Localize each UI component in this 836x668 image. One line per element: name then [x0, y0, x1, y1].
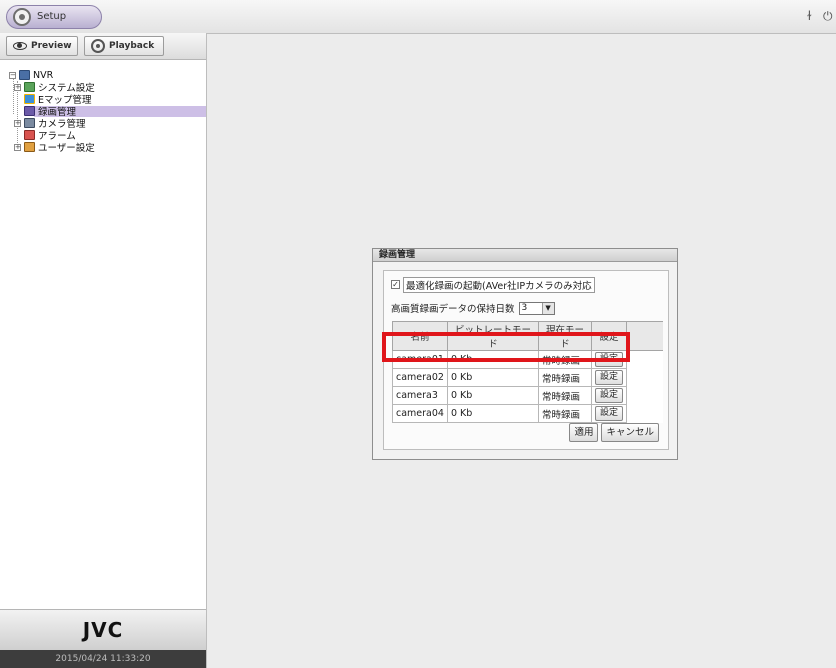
mode-bar: Preview Playback [0, 33, 206, 60]
info-icon[interactable]: ɫ [807, 9, 812, 23]
cancel-button[interactable]: キャンセル [601, 423, 659, 442]
camera-settings-button[interactable]: 設定 [594, 406, 623, 421]
setup-tab-label: Setup [37, 11, 67, 22]
optimize-recording-label: 最適化録画の起動(AVer社IPカメラのみ対応 [403, 276, 595, 293]
playback-button[interactable]: Playback [84, 36, 164, 56]
recording-icon [24, 106, 35, 116]
apply-button[interactable]: 適用 [569, 423, 599, 442]
chevron-down-icon[interactable]: ▼ [541, 302, 554, 314]
optimize-recording-checkbox[interactable]: ✓ [391, 280, 400, 289]
retention-days-value: 3 [521, 302, 528, 313]
retention-days-select[interactable]: 3 ▼ [518, 301, 555, 315]
alarm-icon [24, 130, 35, 140]
camera-mode: 常時録画 [537, 404, 592, 423]
retention-days-label: 高画質録画データの保持日数 [391, 304, 515, 315]
playback-label: Playback [109, 41, 155, 51]
camera-settings-button[interactable]: 設定 [594, 388, 623, 403]
nvr-icon [19, 70, 30, 80]
clock: 2015/04/24 11:33:20 [0, 650, 206, 668]
table-row[interactable]: camera3 0 Kb 常時録画 設定 [392, 386, 663, 405]
dialog-title: 録画管理 [373, 249, 677, 262]
camera-bitrate: 0 Kb [446, 404, 539, 423]
top-toolbar: Setup ɫ ⏻ [0, 0, 836, 34]
table-row[interactable]: camera02 0 Kb 常時録画 設定 [392, 368, 663, 387]
camera-icon [24, 118, 35, 128]
brand-logo: JVC [0, 609, 206, 650]
camera-bitrate: 0 Kb [446, 368, 539, 387]
film-reel-icon [91, 39, 105, 53]
retention-days-row: 高画質録画データの保持日数 3 ▼ [391, 301, 555, 315]
camera-name: camera04 [392, 404, 448, 423]
collapse-icon[interactable]: − [9, 71, 16, 79]
camera-name: camera3 [392, 386, 448, 405]
gear-icon [13, 8, 31, 26]
preview-button[interactable]: Preview [6, 36, 78, 56]
expand-icon[interactable]: + [14, 143, 21, 151]
left-panel: Preview Playback − NVR + システム設定 Eマップ管理 録… [0, 33, 207, 668]
users-icon [24, 142, 35, 152]
expand-icon[interactable]: + [14, 83, 21, 91]
tree-item-users[interactable]: + ユーザー設定 [14, 141, 95, 154]
setup-tab[interactable]: Setup [6, 5, 102, 29]
tree-label: ユーザー設定 [38, 143, 95, 154]
system-icon [24, 82, 35, 92]
camera-mode: 常時録画 [537, 368, 592, 387]
dialog-buttons: 適用 キャンセル [569, 423, 659, 442]
map-icon [24, 94, 35, 104]
table-row[interactable]: camera04 0 Kb 常時録画 設定 [392, 404, 663, 423]
eye-icon [13, 42, 27, 50]
expand-icon[interactable]: + [14, 119, 21, 127]
preview-label: Preview [31, 41, 72, 51]
power-icon[interactable]: ⏻ [823, 9, 833, 24]
column-header-filler [625, 321, 663, 351]
annotation-highlight-box [382, 332, 630, 362]
camera-bitrate: 0 Kb [446, 386, 539, 405]
optimize-recording-option[interactable]: ✓ 最適化録画の起動(AVer社IPカメラのみ対応 [391, 276, 595, 293]
brand-text: JVC [82, 618, 124, 642]
tree-label: NVR [33, 69, 54, 81]
camera-settings-button[interactable]: 設定 [594, 370, 623, 385]
camera-name: camera02 [392, 368, 448, 387]
camera-mode: 常時録画 [537, 386, 592, 405]
